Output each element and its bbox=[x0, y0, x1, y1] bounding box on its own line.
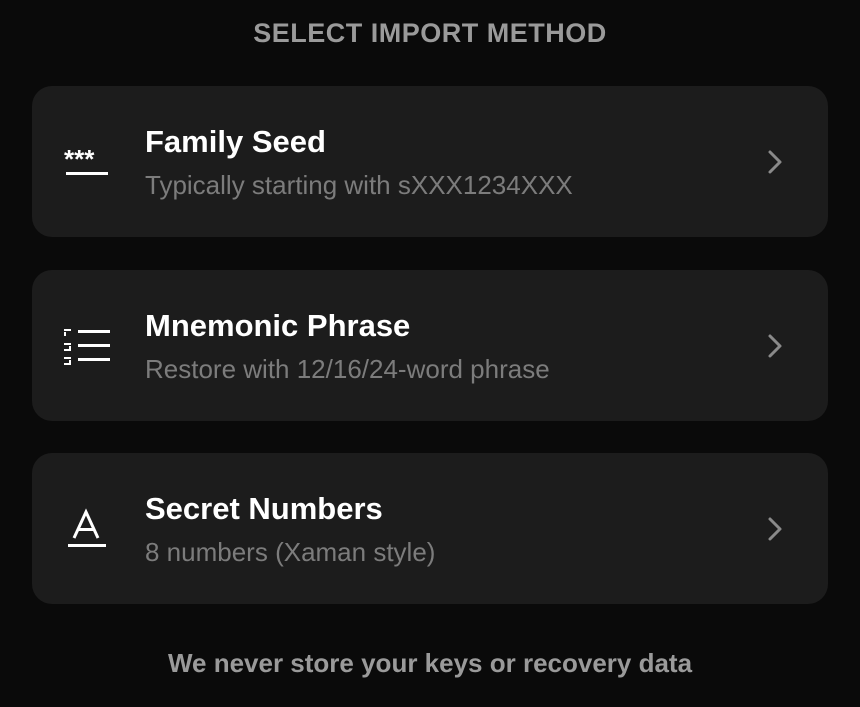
option-title: Family Seed bbox=[145, 124, 326, 159]
chevron-right-icon bbox=[766, 149, 784, 175]
numbered-list-icon bbox=[60, 321, 116, 371]
option-title: Secret Numbers bbox=[145, 491, 383, 526]
letter-a-icon bbox=[60, 504, 116, 554]
option-subtitle: Restore with 12/16/24-word phrase bbox=[145, 354, 550, 384]
section-title: SELECT IMPORT METHOD bbox=[253, 18, 607, 48]
import-method-screen: SELECT IMPORT METHOD *** Family Seed Typ… bbox=[0, 0, 860, 707]
chevron-right-icon bbox=[766, 333, 784, 359]
option-subtitle: 8 numbers (Xaman style) bbox=[145, 537, 436, 567]
import-option-family-seed[interactable]: *** Family Seed Typically starting with … bbox=[32, 86, 828, 237]
privacy-note: We never store your keys or recovery dat… bbox=[167, 648, 693, 678]
import-option-secret-numbers[interactable]: Secret Numbers 8 numbers (Xaman style) bbox=[32, 453, 828, 604]
option-title: Mnemonic Phrase bbox=[145, 308, 411, 343]
import-option-mnemonic-phrase[interactable]: Mnemonic Phrase Restore with 12/16/24-wo… bbox=[32, 270, 828, 421]
option-subtitle: Typically starting with sXXX1234XXX bbox=[145, 170, 573, 200]
svg-text:***: *** bbox=[64, 144, 95, 174]
chevron-right-icon bbox=[766, 516, 784, 542]
password-asterisks-icon: *** bbox=[60, 137, 116, 187]
